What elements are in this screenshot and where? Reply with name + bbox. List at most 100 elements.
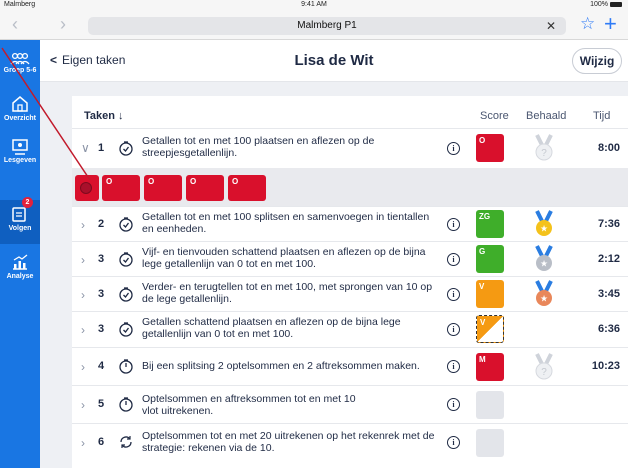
- timer-check-icon: [119, 252, 133, 267]
- expand-chevron-icon[interactable]: ›: [81, 360, 85, 374]
- task-table: Taken ↓ Score Behaald Tijd ∨ 1 Getallen …: [72, 96, 628, 468]
- score-badge[interactable]: [476, 429, 504, 457]
- battery-label: 100%: [590, 1, 608, 8]
- browser-toolbar: ‹ › Malmberg P1 ✕ ☆ +: [0, 10, 628, 40]
- sidebar-item-label: Overzicht: [4, 115, 36, 122]
- repeat-icon: [120, 436, 132, 448]
- teach-icon: [12, 139, 28, 155]
- table-row[interactable]: › 6 Optelsommen tot en met 20 uitrekenen…: [72, 423, 628, 468]
- info-icon[interactable]: i: [447, 142, 460, 155]
- page-title: Lisa de Wit: [294, 52, 374, 69]
- main-content: Taken ↓ Score Behaald Tijd ∨ 1 Getallen …: [40, 82, 628, 468]
- attempt-badge[interactable]: O: [228, 175, 266, 201]
- notification-badge: 2: [22, 197, 33, 208]
- task-number: 2: [98, 218, 105, 230]
- table-row[interactable]: › 2 Getallen tot en met 100 splitsen en …: [72, 206, 628, 241]
- expand-chevron-icon[interactable]: ›: [81, 253, 85, 267]
- info-icon[interactable]: i: [447, 253, 460, 266]
- info-icon[interactable]: i: [447, 323, 460, 336]
- table-row[interactable]: › 4 Bij een splitsing 2 optelsommen en 2…: [72, 347, 628, 385]
- stopwatch-icon: [119, 397, 133, 412]
- timer-check-icon: [119, 287, 133, 302]
- task-time: 8:00: [597, 142, 620, 154]
- browser-back-icon[interactable]: ‹: [12, 15, 18, 33]
- info-icon[interactable]: i: [447, 218, 460, 231]
- table-row[interactable]: › 3 Verder- en terugtellen tot en met 10…: [72, 276, 628, 311]
- attempt-badge[interactable]: O: [144, 175, 182, 201]
- expand-chevron-icon[interactable]: ›: [81, 288, 85, 302]
- table-row[interactable]: › 5 Optelsommen en aftreksommen tot en m…: [72, 385, 628, 423]
- browser-forward-icon[interactable]: ›: [60, 15, 66, 33]
- svg-text:★: ★: [540, 295, 548, 305]
- svg-text:★: ★: [540, 225, 548, 235]
- column-header-tasks[interactable]: Taken ↓: [84, 110, 124, 122]
- sidebar-item-analyse[interactable]: Analyse: [0, 252, 40, 280]
- score-badge[interactable]: ZG: [476, 210, 504, 238]
- sidebar-item-label: Analyse: [6, 273, 34, 280]
- status-bar: Malmberg 9:41 AM 100%: [0, 0, 628, 10]
- task-time: 6:36: [597, 323, 620, 335]
- collapse-chevron-icon[interactable]: ∨: [81, 141, 90, 155]
- column-header-achieved: Behaald: [526, 110, 567, 122]
- bookmark-star-icon[interactable]: ☆: [580, 14, 595, 34]
- expand-chevron-icon[interactable]: ›: [81, 398, 85, 412]
- address-bar[interactable]: Malmberg P1 ✕: [88, 17, 566, 35]
- clock: 9:41 AM: [301, 1, 327, 8]
- sidebar: Groep 5-6 Overzicht Lesgeven 2 Volgen An…: [0, 40, 40, 468]
- sidebar-item-volgen[interactable]: 2 Volgen: [0, 197, 40, 244]
- table-row[interactable]: › 3 Getallen schattend plaatsen en aflez…: [72, 311, 628, 347]
- info-icon[interactable]: i: [447, 398, 460, 411]
- task-number: 3: [98, 253, 105, 265]
- page-header: < Eigen taken Lisa de Wit Wijzig: [40, 40, 628, 82]
- expand-chevron-icon[interactable]: ›: [81, 218, 85, 232]
- clear-address-icon[interactable]: ✕: [546, 17, 556, 35]
- score-badge[interactable]: [476, 391, 504, 419]
- expand-chevron-icon[interactable]: ›: [81, 436, 85, 450]
- svg-text:★: ★: [540, 260, 548, 270]
- chart-icon: [13, 254, 28, 270]
- medal-bronze-icon: ★: [535, 280, 553, 306]
- group-icon: [10, 52, 30, 65]
- task-description: Verder- en terugtellen tot en met 100, m…: [142, 281, 433, 305]
- score-badge[interactable]: V: [476, 280, 504, 308]
- attempt-badge[interactable]: O: [186, 175, 224, 201]
- medal-silver-faded-icon: ?: [535, 134, 553, 161]
- task-time: 7:36: [597, 218, 620, 230]
- attempt-badge[interactable]: O: [102, 175, 140, 201]
- task-number: 1: [98, 142, 105, 154]
- sidebar-item-label: Lesgeven: [3, 157, 37, 164]
- task-number: 3: [98, 323, 105, 335]
- sidebar-item-overzicht[interactable]: Overzicht: [0, 94, 40, 122]
- score-badge[interactable]: G: [476, 245, 504, 273]
- sidebar-item-label: Groep 5-6: [3, 67, 37, 74]
- sidebar-item-lesgeven[interactable]: Lesgeven: [0, 138, 40, 164]
- info-icon[interactable]: i: [447, 288, 460, 301]
- task-description: Getallen schattend plaatsen en aflezen o…: [142, 316, 401, 340]
- new-tab-icon[interactable]: +: [604, 11, 617, 37]
- task-time: 10:23: [591, 360, 620, 372]
- expand-chevron-icon[interactable]: ›: [81, 323, 85, 337]
- score-badge[interactable]: M: [476, 353, 504, 381]
- attempts-strip: O O O O: [72, 168, 628, 206]
- edit-button[interactable]: Wijzig: [572, 48, 622, 74]
- table-row[interactable]: › 3 Vijf- en tienvouden schattend plaats…: [72, 241, 628, 276]
- medal-gold-icon: ★: [535, 210, 553, 236]
- task-time: 3:45: [597, 288, 620, 300]
- task-description: Optelsommen tot en met 20 uitrekenen op …: [142, 430, 435, 454]
- info-icon[interactable]: i: [447, 360, 460, 373]
- sidebar-item-label: Volgen: [8, 225, 32, 232]
- battery-indicator: 100%: [590, 1, 622, 8]
- score-badge[interactable]: O: [476, 134, 504, 162]
- task-number: 4: [98, 360, 105, 372]
- stopwatch-icon: [119, 359, 133, 374]
- sidebar-item-groep[interactable]: Groep 5-6: [0, 52, 40, 74]
- attempt-marker[interactable]: [75, 175, 99, 201]
- task-number: 5: [98, 398, 105, 410]
- task-description: Bij een splitsing 2 optelsommen en 2 aft…: [142, 360, 420, 372]
- table-row[interactable]: ∨ 1 Getallen tot en met 100 plaatsen en …: [72, 128, 628, 168]
- score-badge[interactable]: V: [476, 315, 504, 343]
- timer-check-icon: [119, 217, 133, 232]
- timer-check-icon: [119, 322, 133, 337]
- info-icon[interactable]: i: [447, 436, 460, 449]
- home-icon: [12, 96, 28, 112]
